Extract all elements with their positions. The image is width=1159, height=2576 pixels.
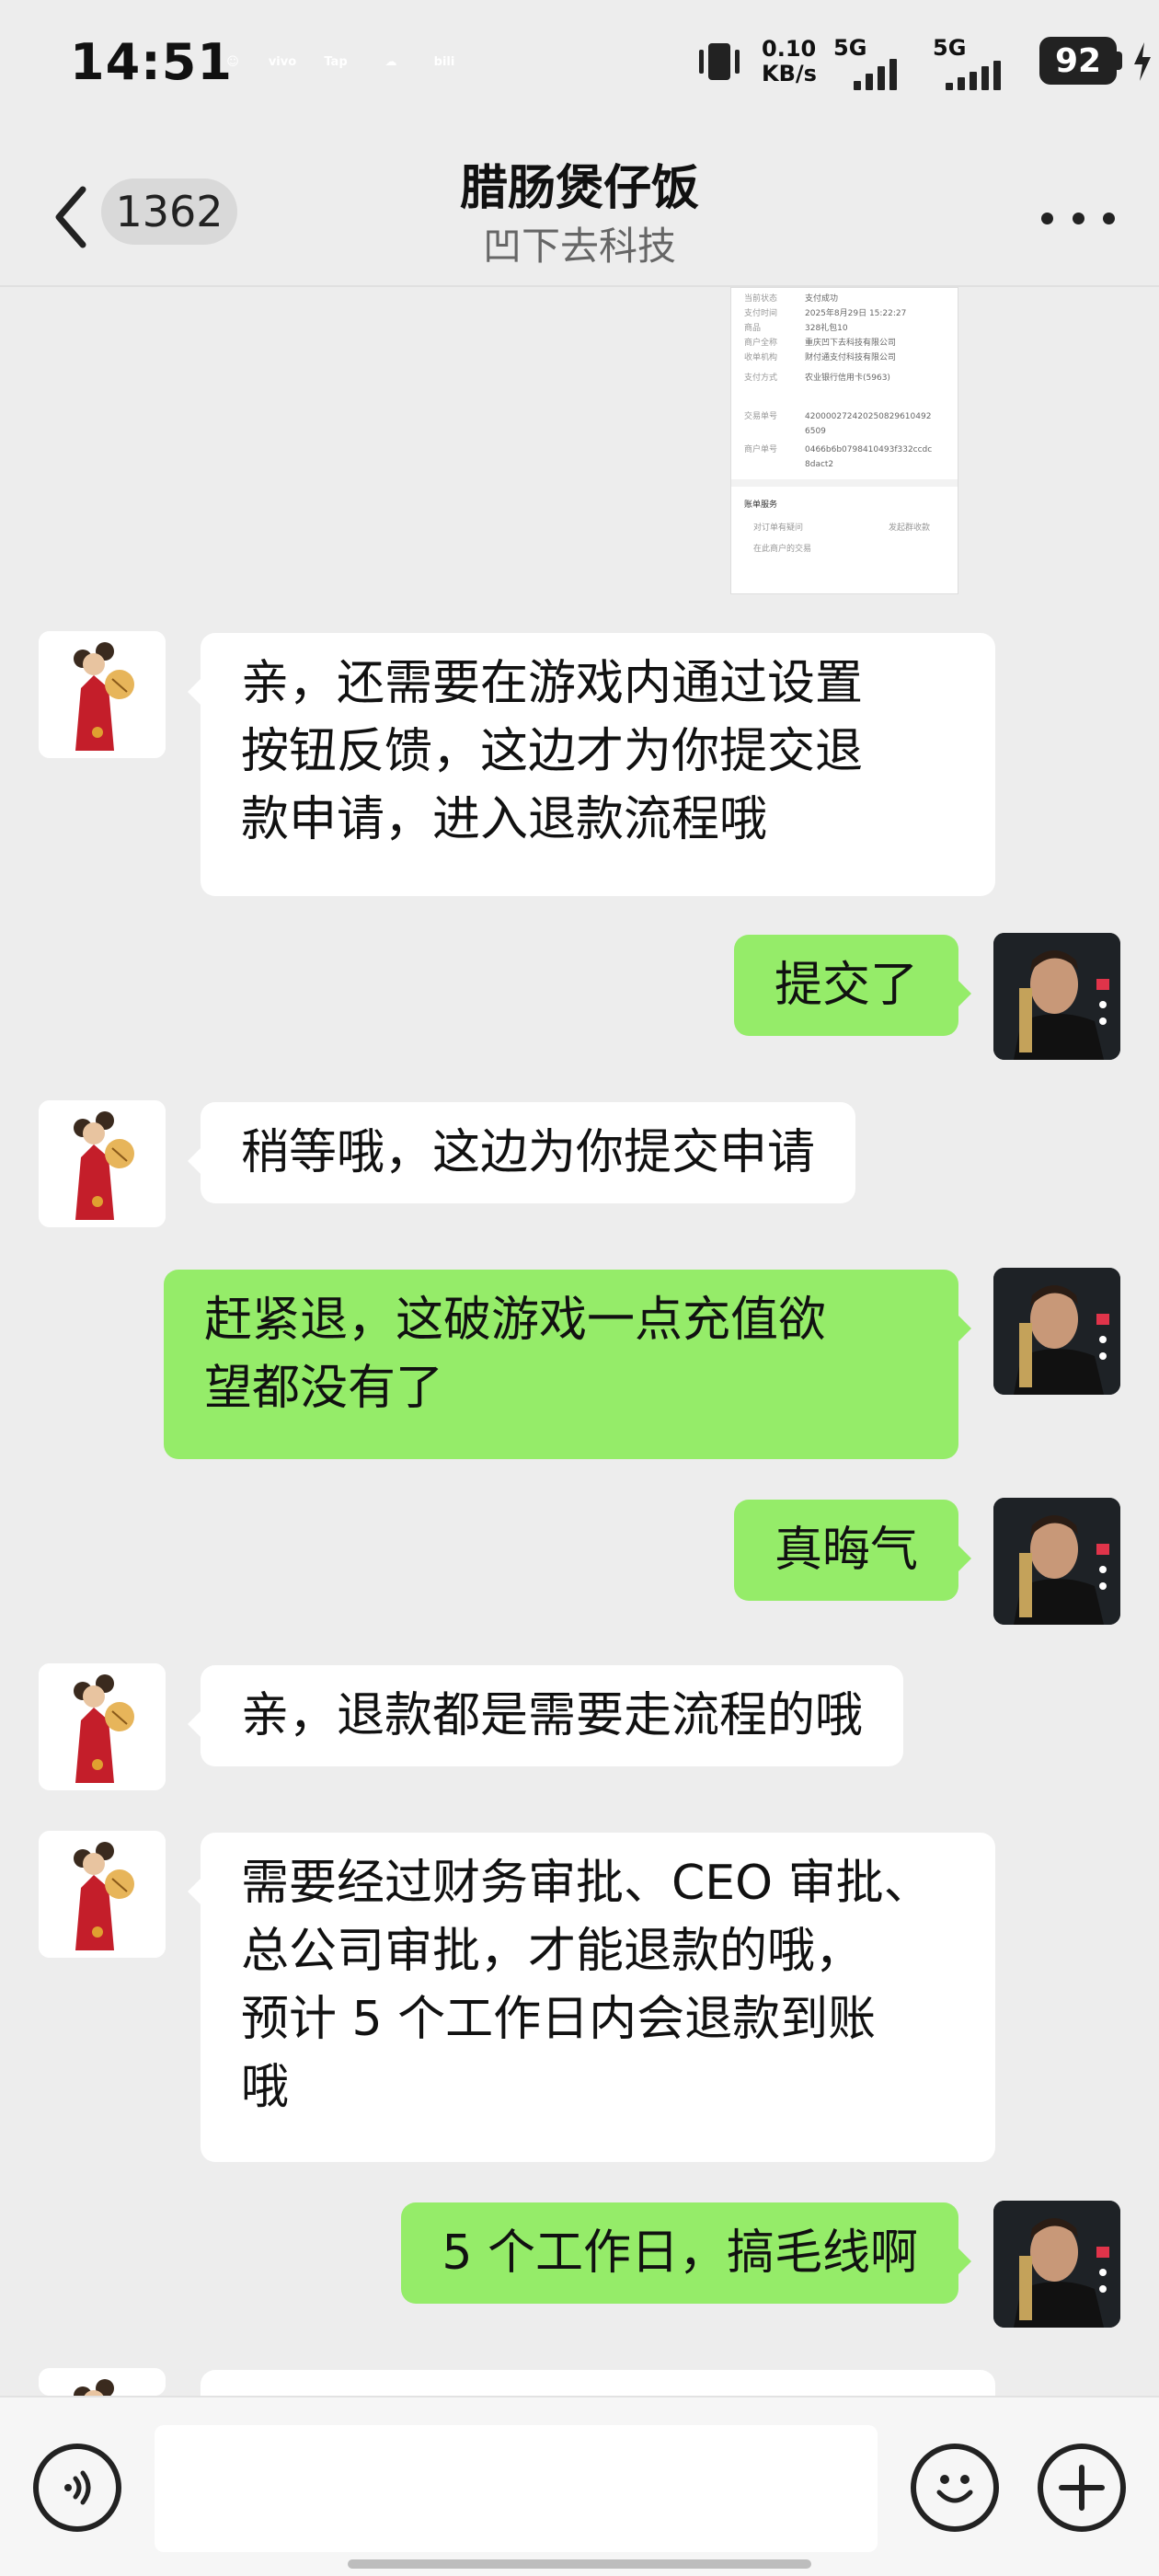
my-avatar[interactable]	[993, 1498, 1120, 1625]
home-indicator[interactable]	[348, 2559, 811, 2569]
receipt-footer-title: 账单服务	[744, 500, 778, 510]
message-bubble-received[interactable]	[201, 2370, 995, 2396]
receipt-row: 收单机构 财付通支付科技有限公司	[731, 351, 958, 365]
receipt-row: 支付方式 农业银行信用卡(5963)	[731, 371, 958, 385]
message-bubble-sent[interactable]: 真晦气	[733, 1500, 972, 1601]
receipt-value: 农业银行信用卡(5963)	[805, 374, 890, 383]
contact-avatar[interactable]	[39, 2368, 166, 2396]
message-bubble-received[interactable]: 亲，退款都是需要走流程的哦	[187, 1665, 904, 1766]
vibrate-icon	[699, 43, 740, 80]
sim2-signal-icon	[946, 53, 1001, 90]
bilibili-app-icon: bili	[433, 54, 455, 69]
network-speed: 0.10 KB/s	[762, 37, 817, 86]
emoji-button[interactable]	[911, 2444, 999, 2532]
voice-input-button[interactable]	[33, 2444, 121, 2532]
receipt-value: 重庆凹下去科技有限公司	[805, 339, 897, 348]
receipt-row: 商户单号 0466b6b0798410493f332ccdc8dact2	[731, 443, 958, 472]
receipt-label: 商户单号	[744, 445, 778, 454]
receipt-label: 收单机构	[744, 353, 778, 362]
receipt-value: 4200002724202508296104926509	[805, 412, 932, 436]
receipt-footer-item: 在此商户的交易	[753, 545, 812, 554]
message-bubble-received[interactable]: 需要经过财务审批、CEO 审批、 总公司审批，才能退款的哦， 预计 5 个工作日…	[188, 1833, 995, 2162]
receipt-label: 商品	[744, 324, 762, 333]
receipt-footer-item: 发起群收款	[888, 523, 930, 533]
receipt-value: 328礼包10	[805, 324, 848, 333]
receipt-value: 0466b6b0798410493f332ccdc8dact2	[805, 445, 933, 469]
message-bubble-received[interactable]: 亲，还需要在游戏内通过设置 按钮反馈，这边才为你提交退 款申请，进入退款流程哦	[188, 633, 995, 896]
message-input[interactable]	[155, 2425, 878, 2552]
message-bubble-sent[interactable]: 5 个工作日，搞毛线啊	[401, 2202, 971, 2304]
my-avatar[interactable]	[993, 2201, 1120, 2328]
status-bar: 14:51 ☺ vivo Tap ☁ bili 0.10 KB/s 5G 5G …	[0, 0, 1159, 129]
contact-avatar[interactable]	[39, 1100, 166, 1227]
my-avatar[interactable]	[993, 933, 1120, 1060]
receipt-value: 2025年8月29日 15:22:27	[805, 309, 907, 318]
network-speed-value: 0.10	[762, 36, 817, 62]
chat-title: 腊肠煲仔饭	[459, 161, 699, 216]
contact-avatar[interactable]	[39, 631, 166, 758]
more-functions-button[interactable]	[1038, 2444, 1126, 2532]
receipt-footer-item: 对订单有疑问	[753, 523, 804, 533]
receipt-row: 交易单号 4200002724202508296104926509	[731, 409, 958, 439]
my-avatar[interactable]	[993, 1268, 1120, 1395]
receipt-row: 当前状态 支付成功	[731, 292, 958, 306]
receipt-label: 交易单号	[744, 412, 778, 421]
receipt-value: 财付通支付科技有限公司	[805, 353, 897, 362]
contact-avatar[interactable]	[39, 1831, 166, 1958]
message-bubble-sent[interactable]: 赶紧退，这破游戏一点充值欲 望都没有了	[164, 1270, 971, 1459]
more-options-button[interactable]	[1041, 204, 1115, 232]
network-speed-unit: KB/s	[762, 61, 817, 86]
receipt-label: 支付方式	[744, 374, 778, 383]
plus-icon	[1059, 2465, 1105, 2511]
status-indicators: 0.10 KB/s 5G 5G 92	[644, 28, 1159, 101]
more-dot-icon	[1072, 212, 1084, 224]
status-time: 14:51	[70, 33, 233, 91]
battery-cap	[1117, 52, 1122, 70]
contact-avatar[interactable]	[39, 1663, 166, 1790]
payment-receipt-image[interactable]: 当前状态 支付成功 支付时间 2025年8月29日 15:22:27 商品 328礼包…	[730, 287, 958, 594]
charging-icon	[1134, 42, 1151, 81]
vivo-app-icon: vivo	[268, 54, 297, 69]
emoji-icon	[936, 2475, 973, 2503]
chat-subtitle: 凹下去科技	[482, 224, 676, 269]
receipt-row: 商户全称 重庆凹下去科技有限公司	[731, 336, 958, 351]
sim1-signal-icon	[854, 53, 897, 90]
tap-app-icon: Tap	[324, 54, 348, 69]
receipt-label: 当前状态	[744, 294, 778, 304]
chat-input-bar	[0, 2396, 1159, 2576]
cloud-app-icon: ☁	[384, 54, 397, 69]
receipt-value: 支付成功	[805, 294, 839, 304]
voice-icon	[64, 2470, 91, 2505]
smiley-app-icon: ☺	[226, 54, 239, 69]
receipt-label: 支付时间	[744, 309, 778, 318]
receipt-row: 支付时间 2025年8月29日 15:22:27	[731, 306, 958, 321]
receipt-label: 商户全称	[744, 339, 778, 348]
more-dot-icon	[1041, 212, 1053, 224]
chat-header: 1362 腊肠煲仔饭 凹下去科技	[0, 129, 1159, 287]
message-bubble-sent[interactable]: 提交了	[733, 935, 972, 1036]
message-bubble-received[interactable]: 稍等哦，这边为你提交申请	[187, 1102, 856, 1203]
receipt-row: 商品 328礼包10	[731, 321, 958, 336]
more-dot-icon	[1103, 212, 1115, 224]
battery-level: 92	[1039, 37, 1117, 85]
